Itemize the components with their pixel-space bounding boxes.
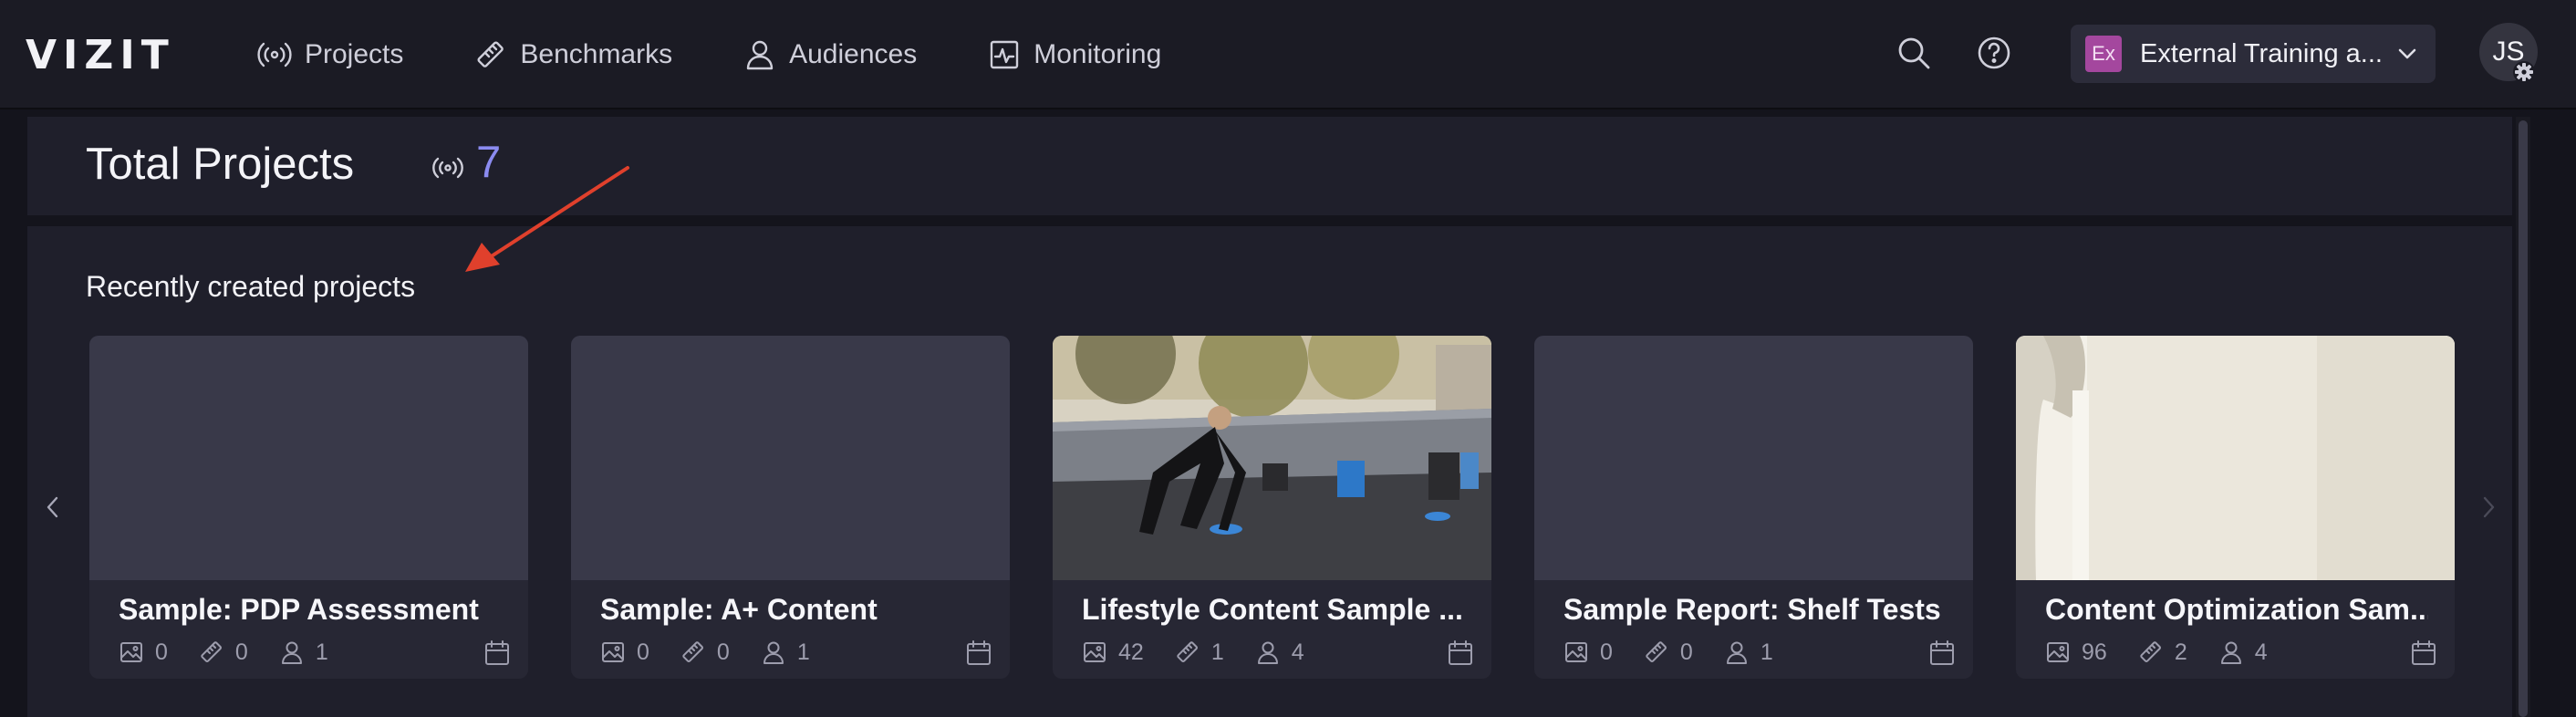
- workspace-name: External Training a...: [2140, 38, 2383, 68]
- nav-item-benchmarks[interactable]: Benchmarks: [474, 27, 672, 82]
- nav-label-audiences: Audiences: [789, 39, 918, 69]
- project-card[interactable]: Sample: A+ Content 0 0 1: [571, 336, 1010, 679]
- project-card[interactable]: Content Optimization Sam... 96 2 4: [2016, 336, 2455, 679]
- image-count: 96: [2082, 639, 2107, 665]
- user-icon: [746, 40, 774, 70]
- project-stats: 96 2 4: [2045, 637, 2299, 668]
- project-title: Lifestyle Content Sample ...: [1082, 593, 1463, 626]
- calendar-icon[interactable]: [483, 639, 512, 668]
- recent-projects-title: Recently created projects: [86, 270, 416, 303]
- benchmark-count: 2: [2174, 639, 2187, 665]
- top-navigation-bar: VIZIT Projects Benchmarks Audiences Moni…: [0, 0, 2576, 109]
- chevron-right-icon: [2483, 496, 2495, 518]
- activity-icon: [991, 40, 1019, 69]
- carousel-prev-button[interactable]: [36, 491, 69, 524]
- benchmark-count: 0: [716, 639, 730, 665]
- project-title: Sample: PDP Assessment: [119, 593, 479, 626]
- project-thumbnail-photo: [1053, 336, 1491, 580]
- audience-count: 4: [1291, 639, 1304, 665]
- project-thumbnail-photo: [2016, 336, 2455, 580]
- workspace-selector[interactable]: Ex External Training a...: [2071, 25, 2436, 83]
- nav-label-projects: Projects: [305, 39, 404, 69]
- chevron-left-icon: [47, 496, 58, 518]
- annotation-arrow: [465, 166, 629, 272]
- project-stats: 0 0 1: [600, 637, 841, 668]
- project-thumbnail-placeholder: [1534, 336, 1973, 580]
- carousel-next-button[interactable]: [2472, 491, 2505, 524]
- workspace-badge: Ex: [2085, 36, 2122, 72]
- help-button[interactable]: [1974, 33, 2014, 73]
- vizit-logo[interactable]: VIZIT: [26, 27, 175, 82]
- nav-item-monitoring[interactable]: Monitoring: [988, 27, 1161, 82]
- help-icon: [1978, 36, 2010, 69]
- project-card[interactable]: Lifestyle Content Sample ... 42 1 4: [1053, 336, 1491, 679]
- user-icon: [763, 641, 784, 664]
- calendar-icon[interactable]: [1927, 639, 1957, 668]
- project-title: Content Optimization Sam...: [2045, 593, 2428, 626]
- search-button[interactable]: [1894, 33, 1934, 73]
- audience-count: 1: [315, 639, 328, 665]
- project-stats: 0 0 1: [119, 637, 359, 668]
- ruler-icon: [1646, 641, 1667, 662]
- project-thumbnail-placeholder: [89, 336, 528, 580]
- benchmark-count: 1: [1210, 639, 1224, 665]
- image-icon: [1084, 642, 1106, 662]
- image-icon: [1565, 642, 1587, 662]
- ruler-icon: [682, 641, 703, 662]
- user-icon: [281, 641, 302, 664]
- project-stats: 42 1 4: [1082, 637, 1335, 668]
- audience-count: 1: [796, 639, 810, 665]
- ruler-icon: [477, 41, 504, 68]
- total-projects-title: Total Projects: [86, 140, 355, 189]
- user-icon: [2220, 641, 2241, 664]
- user-icon: [1726, 641, 1747, 664]
- nav-label-monitoring: Monitoring: [1034, 39, 1162, 69]
- image-count: 0: [1600, 639, 1613, 665]
- project-title: Sample: A+ Content: [600, 593, 878, 626]
- image-icon: [120, 642, 142, 662]
- project-thumbnail-placeholder: [571, 336, 1010, 580]
- calendar-icon[interactable]: [964, 639, 993, 668]
- chevron-down-icon: [2398, 48, 2416, 59]
- image-count: 0: [155, 639, 168, 665]
- calendar-icon[interactable]: [2409, 639, 2438, 668]
- nav-label-benchmarks: Benchmarks: [520, 39, 673, 69]
- nav-item-projects[interactable]: Projects: [257, 27, 403, 82]
- ruler-icon: [2140, 641, 2161, 662]
- user-icon: [1257, 641, 1278, 664]
- image-icon: [2047, 642, 2069, 662]
- ruler-icon: [201, 641, 222, 662]
- audience-count: 1: [1760, 639, 1773, 665]
- benchmark-count: 0: [234, 639, 248, 665]
- search-icon: [1898, 37, 1930, 69]
- calendar-icon[interactable]: [1446, 639, 1475, 668]
- image-count: 42: [1118, 639, 1144, 665]
- image-icon: [602, 642, 624, 662]
- benchmark-count: 0: [1679, 639, 1693, 665]
- page-scrollbar-thumb[interactable]: [2519, 120, 2528, 717]
- total-projects-panel: Total Projects 7: [27, 117, 2512, 215]
- nav-item-audiences[interactable]: Audiences: [743, 27, 917, 82]
- project-card[interactable]: Sample Report: Shelf Tests 0 0 1: [1534, 336, 1973, 679]
- image-count: 0: [637, 639, 649, 665]
- project-stats: 0 0 1: [1563, 637, 1804, 668]
- project-title: Sample Report: Shelf Tests: [1563, 593, 1941, 626]
- main-nav: Projects Benchmarks Audiences Monitoring: [257, 27, 1232, 82]
- project-card[interactable]: Sample: PDP Assessment 0 0 1: [89, 336, 528, 679]
- gear-icon[interactable]: [2512, 60, 2536, 84]
- audience-count: 4: [2254, 639, 2268, 665]
- ruler-icon: [1177, 641, 1198, 662]
- broadcast-icon: [257, 42, 292, 68]
